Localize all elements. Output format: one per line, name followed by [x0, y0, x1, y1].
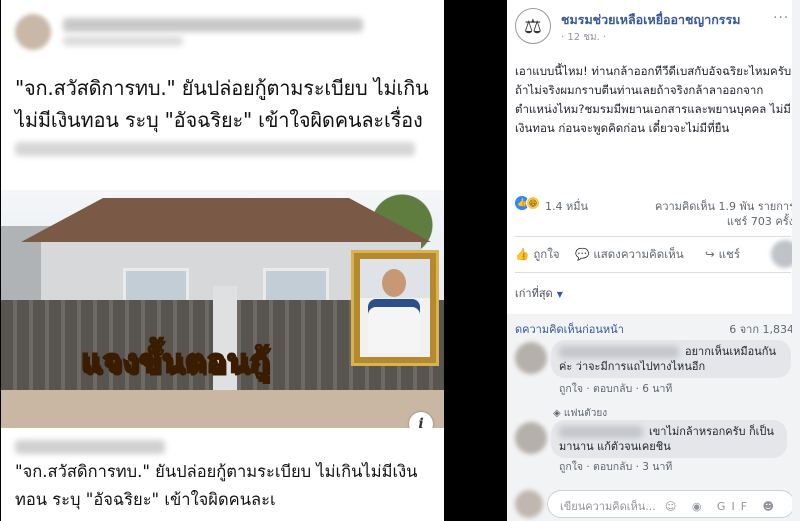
view-previous-comments-link[interactable]: ดความคิดเห็นก่อนหน้า: [515, 320, 624, 338]
news-photo[interactable]: แจงขั้นตอนกู้ i: [1, 190, 444, 428]
comment-reply-link[interactable]: ตอบกลับ: [593, 461, 632, 473]
post-header-blurred: [1, 0, 444, 60]
haha-reaction-icon: 😆: [526, 196, 540, 210]
input-icons[interactable]: ☺ ◉ GIF ☻: [665, 500, 780, 513]
divider: [515, 272, 791, 273]
photo-ground: [1, 390, 444, 428]
comment-time[interactable]: 6 นาที: [642, 383, 672, 395]
comment-reply-link[interactable]: ตอบกลับ: [593, 383, 632, 395]
page-post: ⚖ ชมรมช่วยเหลือเหยื่ออาชญากรรม · 12 ชม. …: [507, 0, 800, 521]
scrollbar[interactable]: [792, 0, 800, 521]
comment-actions: ถูกใจ · ตอบกลับ · 3 นาที: [559, 461, 673, 473]
portrait-image: [360, 259, 430, 357]
comment-bubble: เขาไม่กล้าหรอกครับ ก็เป็นมานาน แก้ตัวจนเ…: [551, 420, 787, 458]
portrait-uniform: [368, 299, 420, 353]
page-name-link[interactable]: ชมรมช่วยเหลือเหยื่ออาชญากรรม: [561, 10, 740, 30]
badge-label: แฟนตัวยง: [563, 408, 608, 419]
post-meta-blurred: [63, 36, 183, 46]
official-portrait: [351, 250, 439, 366]
link-preview-title[interactable]: "จก.สวัสดิการทบ." ยันปล่อยกู้ตามระเบียบ …: [15, 458, 435, 514]
shared-news-post: "จก.สวัสดิการทบ." ยันปล่อยกู้ตามระเบียบ …: [1, 0, 444, 521]
reaction-count[interactable]: 1.4 หมื่น: [545, 197, 588, 215]
filter-label: เก่าที่สุด: [515, 287, 553, 300]
comment-bubble: อยากเห็นเหมือนกันค่ะ ว่าจะมีการแถไปทางไห…: [551, 340, 791, 378]
top-fan-badge: ◈ แฟนตัวยง: [553, 406, 607, 421]
post-timestamp[interactable]: · 12 ชม. ·: [561, 30, 606, 45]
share-button[interactable]: ↪ แชร์: [705, 246, 740, 264]
comment-filter-dropdown[interactable]: เก่าที่สุด ▼: [515, 284, 563, 302]
share-icon: ↪: [705, 247, 715, 261]
comment-input[interactable]: เขียนความคิดเห็น... ☺ ◉ GIF ☻: [547, 490, 795, 518]
commenter-name-blurred[interactable]: [559, 346, 679, 358]
diamond-icon: ◈: [553, 408, 564, 419]
like-button[interactable]: 👍 ถูกใจ: [515, 246, 560, 264]
post-body-text: เอาแบบนี้ไหม! ท่านกล้าออกทีวีดีเบสกับอัจ…: [515, 64, 792, 135]
portrait-head: [382, 269, 406, 297]
comment-placeholder: เขียนความคิดเห็น...: [560, 500, 656, 513]
link-domain-blurred: [15, 440, 165, 454]
comment-time[interactable]: 3 นาที: [642, 461, 672, 473]
post-actions: 👍 ถูกใจ 💬 แสดงความคิดเห็น ↪ แชร์: [515, 240, 799, 268]
commenter-name-blurred[interactable]: [559, 426, 643, 438]
reactions-bar[interactable]: 👍 😆 1.4 หมื่น ความคิดเห็น 1.9 พัน รายการ: [515, 196, 795, 215]
comment-like-link[interactable]: ถูกใจ: [559, 461, 583, 473]
viewer-avatar[interactable]: [515, 490, 543, 518]
thumbs-up-icon: 👍: [515, 247, 530, 261]
page-avatar-scales-icon[interactable]: ⚖: [515, 8, 551, 44]
author-name-blurred[interactable]: [63, 18, 363, 32]
share-label: แชร์: [718, 247, 741, 261]
photo-overlay-text: แจงขั้นตอนกู้: [80, 341, 270, 381]
divider: [515, 236, 791, 237]
like-label: ถูกใจ: [533, 247, 560, 261]
screenshot-stage: "จก.สวัสดิการทบ." ยันปล่อยกู้ตามระเบียบ …: [0, 0, 800, 521]
commenter-avatar[interactable]: [515, 342, 547, 374]
more-options-icon[interactable]: ···: [773, 10, 789, 26]
comment-actions: ถูกใจ · ตอบกลับ · 6 นาที: [559, 383, 673, 395]
post-subtext-blurred: [15, 142, 415, 156]
author-avatar[interactable]: [15, 14, 51, 50]
comment-button[interactable]: 💬 แสดงความคิดเห็น: [575, 246, 684, 264]
comment-like-link[interactable]: ถูกใจ: [559, 383, 583, 395]
comment-counter: 6 จาก 1,834: [729, 323, 794, 336]
write-comment-row: เขียนความคิดเห็น... ☺ ◉ GIF ☻: [507, 488, 800, 521]
background-gap: [444, 0, 507, 521]
commenter-avatar[interactable]: [515, 422, 547, 454]
comment-label: แสดงความคิดเห็น: [593, 247, 684, 261]
share-stats[interactable]: แชร์ 703 ครั้ง: [727, 212, 794, 230]
comment-icon: 💬: [575, 247, 590, 261]
post-headline: "จก.สวัสดิการทบ." ยันปล่อยกู้ตามระเบียบ …: [15, 76, 429, 132]
caret-down-icon: ▼: [556, 290, 563, 299]
